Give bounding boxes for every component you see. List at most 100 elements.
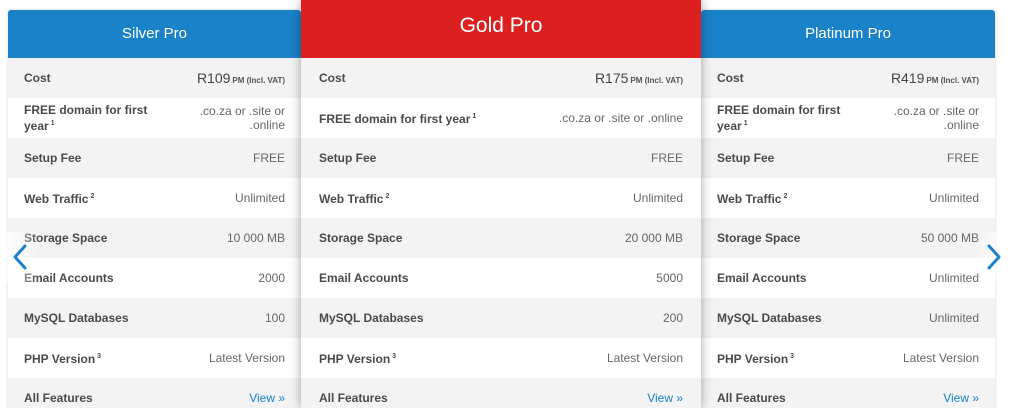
email-value: 5000 xyxy=(656,271,683,285)
row-mysql: MySQL Databases 100 xyxy=(8,298,301,338)
row-all-features: All Features View » xyxy=(8,378,301,408)
row-label: FREE domain for first year xyxy=(24,103,148,133)
row-label: PHP Version xyxy=(319,352,391,366)
domain-value: .co.za or .site or .online xyxy=(558,111,683,125)
footnote-marker: 1 xyxy=(743,120,748,127)
row-label: MySQL Databases xyxy=(319,311,424,325)
row-label: Setup Fee xyxy=(24,151,82,165)
email-value: Unlimited xyxy=(928,271,979,285)
row-label: Cost xyxy=(717,71,744,85)
mysql-value: Unlimited xyxy=(928,311,979,325)
row-setup-fee: Setup Fee FREE xyxy=(301,138,701,178)
storage-value: 20 000 MB xyxy=(624,231,683,245)
storage-value: 50 000 MB xyxy=(920,231,979,245)
row-label: Storage Space xyxy=(717,231,801,245)
chevron-right-icon xyxy=(987,244,1001,270)
row-domain: FREE domain for first year 1 .co.za or .s… xyxy=(8,98,301,138)
domain-value: .co.za or .site or .online xyxy=(893,104,979,132)
row-email: Email Accounts 5000 xyxy=(301,258,701,298)
price-suffix: PM (Incl. VAT) xyxy=(232,76,285,85)
php-value: Latest Version xyxy=(902,351,979,365)
traffic-value: Unlimited xyxy=(632,191,683,205)
row-email: Email Accounts 2000 xyxy=(8,258,301,298)
row-label: Setup Fee xyxy=(717,151,775,165)
price-suffix: PM (Incl. VAT) xyxy=(926,76,979,85)
footnote-marker: 3 xyxy=(392,353,397,360)
row-label: MySQL Databases xyxy=(24,311,129,325)
carousel-prev-button[interactable] xyxy=(0,232,40,282)
row-label: All Features xyxy=(24,391,93,405)
row-php: PHP Version 3 Latest Version xyxy=(301,338,701,378)
row-all-features: All Features View » xyxy=(701,378,995,408)
row-storage: Storage Space 10 000 MB xyxy=(8,218,301,258)
row-email: Email Accounts Unlimited xyxy=(701,258,995,298)
price: R175 xyxy=(594,70,629,86)
row-label: PHP Version xyxy=(717,352,789,366)
carousel-next-button[interactable] xyxy=(974,232,1014,282)
row-label: Web Traffic xyxy=(319,192,384,206)
traffic-value: Unlimited xyxy=(234,191,285,205)
row-web-traffic: Web Traffic 2 Unlimited xyxy=(8,178,301,218)
row-label: Web Traffic xyxy=(717,192,782,206)
row-label: All Features xyxy=(319,391,388,405)
domain-value: .co.za or .site or .online xyxy=(199,104,285,132)
footnote-marker: 3 xyxy=(790,353,795,360)
row-storage: Storage Space 20 000 MB xyxy=(301,218,701,258)
mysql-value: 100 xyxy=(264,311,285,325)
plan-title: Silver Pro xyxy=(8,10,301,58)
row-label: Web Traffic xyxy=(24,192,89,206)
traffic-value: Unlimited xyxy=(928,191,979,205)
price-suffix: PM (Incl. VAT) xyxy=(630,76,683,85)
row-web-traffic: Web Traffic 2 Unlimited xyxy=(301,178,701,218)
footnote-marker: 2 xyxy=(783,193,788,200)
row-storage: Storage Space 50 000 MB xyxy=(701,218,995,258)
row-setup-fee: Setup Fee FREE xyxy=(701,138,995,178)
php-value: Latest Version xyxy=(208,351,285,365)
row-label: MySQL Databases xyxy=(717,311,822,325)
row-setup-fee: Setup Fee FREE xyxy=(8,138,301,178)
row-label: Setup Fee xyxy=(319,151,377,165)
row-label: All Features xyxy=(717,391,786,405)
row-domain: FREE domain for first year 1 .co.za or .s… xyxy=(301,98,701,138)
row-label: Cost xyxy=(24,71,51,85)
view-features-link[interactable]: View » xyxy=(943,391,979,405)
plan-card-gold-pro: Gold Pro Cost R175 PM (Incl. VAT) FREE do… xyxy=(301,0,701,408)
row-label: Cost xyxy=(319,71,346,85)
footnote-marker: 1 xyxy=(472,113,477,120)
plan-card-silver-pro: Silver Pro Cost R109 PM (Incl. VAT) FREE … xyxy=(8,10,301,408)
row-php: PHP Version 3 Latest Version xyxy=(8,338,301,378)
php-value: Latest Version xyxy=(606,351,683,365)
price: R419 xyxy=(890,70,925,86)
plan-title: Gold Pro xyxy=(301,0,701,58)
row-label: FREE domain for first year xyxy=(717,103,841,133)
plan-card-platinum-pro: Platinum Pro Cost R419 PM (Incl. VAT) FRE… xyxy=(701,10,995,408)
footnote-marker: 2 xyxy=(90,193,95,200)
row-label: PHP Version xyxy=(24,352,96,366)
email-value: 2000 xyxy=(258,271,285,285)
footnote-marker: 3 xyxy=(97,353,102,360)
footnote-marker: 1 xyxy=(50,120,55,127)
setup-value: FREE xyxy=(252,151,285,165)
row-mysql: MySQL Databases Unlimited xyxy=(701,298,995,338)
row-label: Email Accounts xyxy=(319,271,409,285)
row-label: Email Accounts xyxy=(717,271,807,285)
row-web-traffic: Web Traffic 2 Unlimited xyxy=(701,178,995,218)
row-cost: Cost R175 PM (Incl. VAT) xyxy=(301,58,701,98)
price: R109 xyxy=(196,70,231,86)
row-cost: Cost R419 PM (Incl. VAT) xyxy=(701,58,995,98)
row-domain: FREE domain for first year 1 .co.za or .s… xyxy=(701,98,995,138)
row-cost: Cost R109 PM (Incl. VAT) xyxy=(8,58,301,98)
chevron-left-icon xyxy=(13,244,27,270)
row-label: FREE domain for first year xyxy=(319,112,471,126)
row-mysql: MySQL Databases 200 xyxy=(301,298,701,338)
plan-title: Platinum Pro xyxy=(701,10,995,58)
view-features-link[interactable]: View » xyxy=(647,391,683,405)
row-all-features: All Features View » xyxy=(301,378,701,408)
view-features-link[interactable]: View » xyxy=(249,391,285,405)
mysql-value: 200 xyxy=(662,311,683,325)
setup-value: FREE xyxy=(946,151,979,165)
footnote-marker: 2 xyxy=(385,193,390,200)
row-php: PHP Version 3 Latest Version xyxy=(701,338,995,378)
setup-value: FREE xyxy=(650,151,683,165)
row-label: Storage Space xyxy=(319,231,403,245)
